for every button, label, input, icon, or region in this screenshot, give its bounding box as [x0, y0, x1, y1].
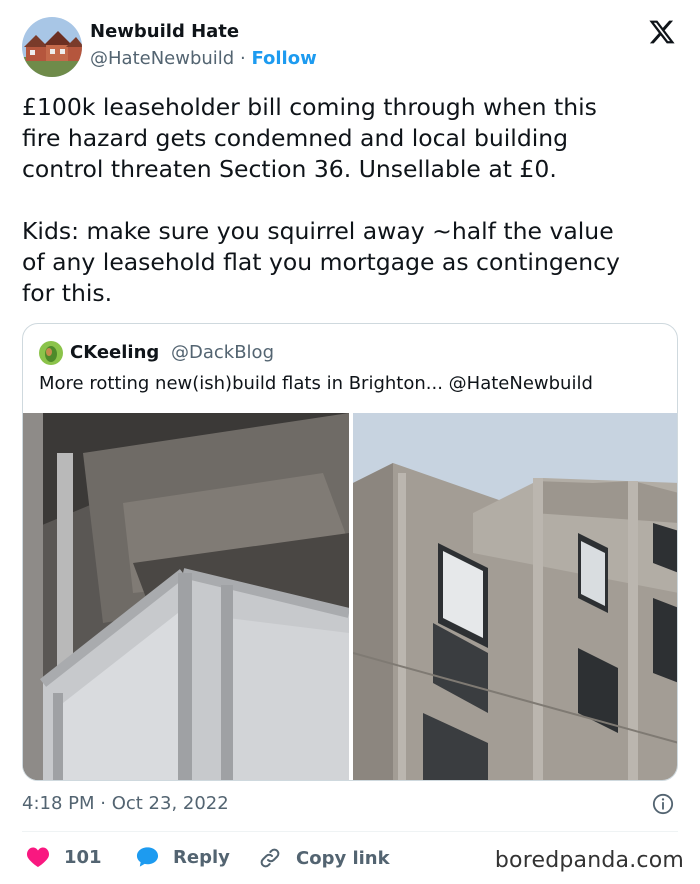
quote-text: More rotting new(ish)build flats in Brig…: [39, 373, 593, 394]
x-logo-icon[interactable]: [648, 18, 676, 46]
author-name[interactable]: Newbuild Hate: [90, 21, 239, 42]
boredpanda-watermark: boredpanda.com: [494, 848, 684, 873]
like-button[interactable]: 101: [26, 846, 102, 868]
follow-button[interactable]: Follow: [251, 48, 316, 69]
quote-avatar[interactable]: [39, 341, 63, 365]
tweet-text: £100k leaseholder bill coming through wh…: [22, 93, 620, 307]
quote-author-name[interactable]: CKeeling: [70, 342, 159, 363]
concrete-flats-facade-photo[interactable]: [353, 413, 678, 781]
footer-divider: [22, 831, 678, 832]
quoted-tweet[interactable]: CKeeling @DackBlog More rotting new(ish)…: [22, 323, 678, 781]
tweet-timestamp[interactable]: 4:18 PM · Oct 23, 2022: [22, 793, 229, 814]
author-handle[interactable]: @HateNewbuild: [90, 48, 234, 69]
reply-button[interactable]: Reply: [136, 846, 230, 868]
heart-icon: [26, 847, 50, 867]
quote-author-handle[interactable]: @DackBlog: [171, 342, 274, 363]
copy-link-label: Copy link: [296, 847, 390, 869]
reply-label: Reply: [173, 846, 230, 868]
balcony-underside-photo[interactable]: [23, 413, 349, 781]
leaf-avatar-icon: [39, 341, 63, 365]
houses-avatar-icon: [22, 17, 82, 77]
handle-separator: ·: [239, 48, 246, 69]
reply-bubble-icon: [136, 847, 159, 867]
link-icon: [260, 848, 280, 868]
copy-link-button[interactable]: Copy link: [258, 846, 390, 870]
info-icon[interactable]: [652, 793, 674, 815]
author-handle-line: @HateNewbuild · Follow: [90, 48, 317, 69]
author-avatar[interactable]: [22, 17, 82, 77]
like-count: 101: [64, 846, 102, 868]
